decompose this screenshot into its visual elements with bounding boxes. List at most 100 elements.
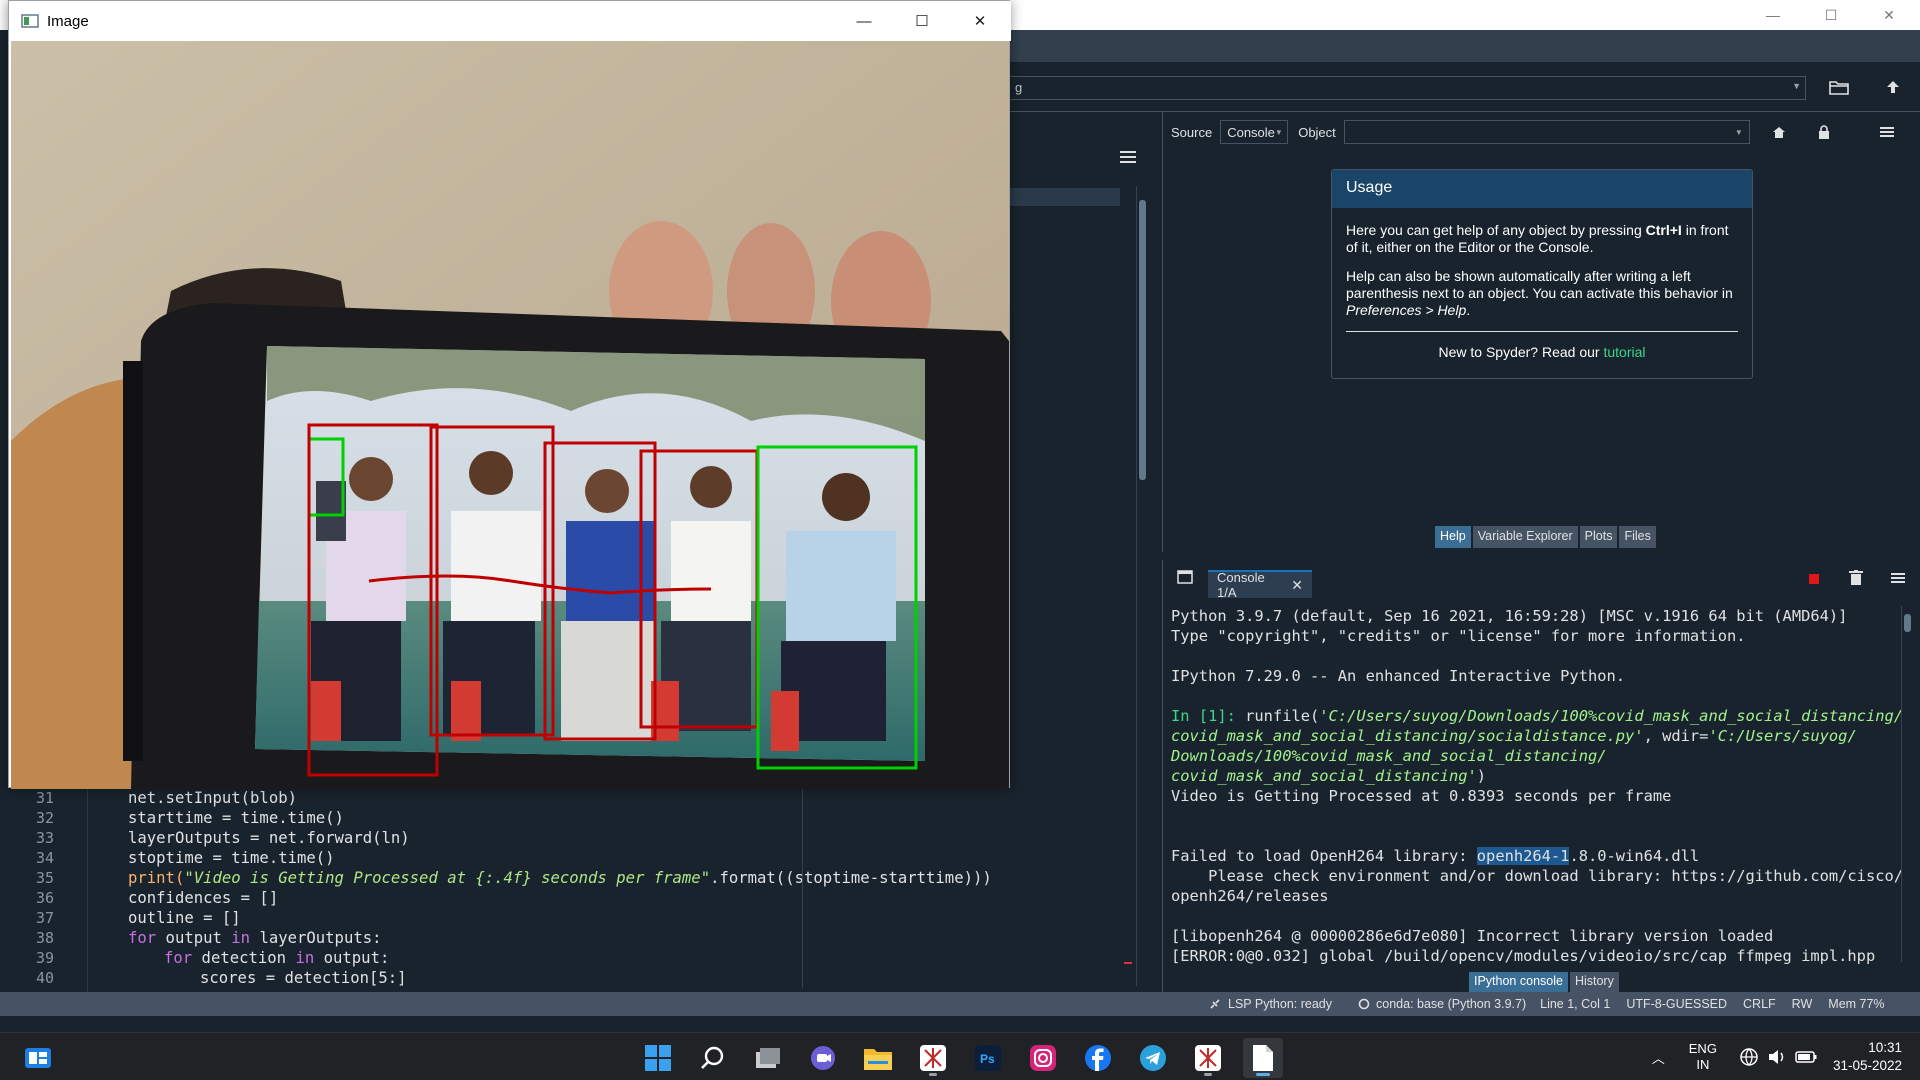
code-line-33: layerOutputs = net.forward(ln) — [128, 829, 410, 847]
battery-icon[interactable] — [1795, 1050, 1817, 1064]
console-string: Downloads/100%covid_mask_and_social_dist… — [1171, 747, 1607, 765]
search-button[interactable] — [693, 1038, 733, 1078]
editor-options-button[interactable] — [1120, 150, 1148, 170]
console-line: IPython 7.29.0 -- An enhanced Interactiv… — [1171, 667, 1626, 685]
lsp-status[interactable]: LSP Python: ready — [1208, 997, 1332, 1011]
usage-shortcut: Ctrl+I — [1645, 222, 1682, 238]
running-indicator — [929, 1073, 937, 1076]
instagram-icon — [1030, 1045, 1056, 1071]
phone-edge — [123, 361, 143, 761]
console-line: In [1]: runfile('C:/Users/suyog/Download… — [1171, 706, 1901, 726]
task-view-button[interactable] — [748, 1038, 788, 1078]
start-button[interactable] — [638, 1038, 678, 1078]
file-explorer-button[interactable] — [858, 1038, 898, 1078]
usage-text: Here you can get help of any object by p… — [1346, 222, 1646, 238]
image-window[interactable]: Image — ☐ ✕ — [8, 0, 1011, 789]
folder-icon — [1829, 81, 1849, 95]
console-tab[interactable]: Console 1/A ✕ — [1208, 570, 1312, 600]
source-label: Source — [1171, 124, 1213, 140]
chevron-down-icon: ▼ — [1792, 81, 1801, 91]
parent-directory-button[interactable] — [1876, 70, 1910, 104]
active-file-button[interactable] — [1243, 1038, 1283, 1078]
console-line: Video is Getting Processed at 0.8393 sec… — [1171, 787, 1672, 805]
console-scrollbar[interactable] — [1901, 606, 1913, 962]
console-text: .8.0-win64.dll — [1569, 847, 1700, 865]
image-maximize-button[interactable]: ☐ — [893, 1, 951, 41]
console-line: [libopenh264 @ 00000286e6d7e080] Incorre… — [1171, 927, 1774, 945]
clear-console-button[interactable] — [1849, 570, 1865, 588]
widgets-button[interactable] — [18, 1038, 58, 1078]
facebook-button[interactable] — [1078, 1038, 1118, 1078]
spyder-minimize-button[interactable]: — — [1744, 0, 1802, 30]
telegram-button[interactable] — [1133, 1038, 1173, 1078]
stop-kernel-button[interactable] — [1809, 574, 1819, 584]
image-minimize-button[interactable]: — — [835, 1, 893, 41]
volume-icon[interactable] — [1767, 1048, 1787, 1066]
working-directory-combo[interactable]: g ▼ — [1006, 76, 1806, 100]
conda-status[interactable]: conda: base (Python 3.9.7) — [1358, 997, 1526, 1011]
code-line-36: confidences = [] — [128, 889, 279, 907]
photoshop-button[interactable]: Ps — [968, 1038, 1008, 1078]
chevron-up-icon[interactable]: ︿ — [1652, 1048, 1665, 1067]
status-bar: LSP Python: ready conda: base (Python 3.… — [0, 992, 1920, 1016]
tab-files[interactable]: Files — [1619, 526, 1656, 548]
image-window-title-bar[interactable]: Image — ☐ ✕ — [9, 1, 1011, 41]
chat-button[interactable] — [803, 1038, 843, 1078]
lock-button[interactable] — [1818, 125, 1838, 139]
console-line: Type "copyright", "credits" or "license"… — [1171, 627, 1746, 645]
code-keyword: for — [164, 949, 193, 967]
help-toolbar: Source Console ▼ Object ▼ — [1163, 118, 1920, 146]
image-close-button[interactable]: ✕ — [951, 1, 1009, 41]
editor-scrollbar-thumb[interactable] — [1139, 200, 1146, 480]
start-icon — [645, 1045, 671, 1071]
line-number: 33 — [35, 829, 54, 847]
close-icon[interactable]: ✕ — [1291, 577, 1303, 594]
tab-help[interactable]: Help — [1435, 526, 1471, 548]
home-button[interactable] — [1772, 126, 1792, 139]
tab-ipython-console[interactable]: IPython console — [1469, 972, 1568, 992]
console-browse-tabs-button[interactable] — [1177, 570, 1195, 586]
code-text: output: — [314, 949, 390, 967]
line-number: 39 — [35, 949, 54, 967]
code-keyword: in — [295, 949, 315, 967]
console-output[interactable]: Python 3.9.7 (default, Sep 16 2021, 16:5… — [1171, 606, 1901, 964]
network-icon[interactable] — [1739, 1047, 1759, 1067]
task-view-icon — [756, 1048, 780, 1068]
console-scrollbar-thumb[interactable] — [1904, 614, 1911, 632]
console-options-button[interactable] — [1891, 572, 1909, 586]
clock[interactable]: 10:31 31-05-2022 — [1833, 1039, 1902, 1075]
code-editor[interactable]: 31 32 33 34 35 36 37 38 39 40 net.setInp… — [0, 788, 1136, 992]
spyder-close-button[interactable]: ✕ — [1860, 0, 1918, 30]
app-button-2[interactable] — [1188, 1038, 1228, 1078]
console-line: Downloads/100%covid_mask_and_social_dist… — [1171, 746, 1901, 766]
clock-time: 10:31 — [1868, 1040, 1902, 1055]
code-line-34: stoptime = time.time() — [128, 849, 335, 867]
help-options-button[interactable] — [1879, 126, 1900, 138]
telegram-icon — [1140, 1045, 1166, 1071]
tab-variable-explorer[interactable]: Variable Explorer — [1472, 526, 1578, 548]
console-string: 'C:/Users/suyog/ — [1708, 727, 1857, 745]
editor-scrollbar[interactable] — [1136, 186, 1148, 986]
spyder-menu-bar — [1010, 30, 1920, 62]
opencv-window-icon — [21, 14, 39, 28]
object-input[interactable]: ▼ — [1343, 120, 1750, 144]
instagram-button[interactable] — [1023, 1038, 1063, 1078]
language-indicator[interactable]: ENG IN — [1689, 1041, 1717, 1073]
code-edge-line — [802, 788, 803, 988]
spyder-maximize-button[interactable]: ☐ — [1802, 0, 1860, 30]
tutorial-link[interactable]: tutorial — [1603, 344, 1645, 360]
code-line-31: net.setInput(blob) — [128, 789, 297, 807]
line-number: 36 — [35, 889, 54, 907]
chat-icon — [811, 1046, 835, 1070]
console-line: covid_mask_and_social_distancing') — [1171, 766, 1901, 786]
app-button[interactable] — [913, 1038, 953, 1078]
tab-history[interactable]: History — [1569, 972, 1619, 992]
usage-divider — [1346, 331, 1738, 332]
spyder-toolbar: g ▼ — [1006, 62, 1920, 112]
source-select[interactable]: Console ▼ — [1220, 120, 1289, 144]
console-line: openh264/releases — [1171, 887, 1329, 905]
browse-directory-button[interactable] — [1822, 70, 1856, 104]
tab-plots[interactable]: Plots — [1579, 526, 1618, 548]
line-number: 40 — [35, 969, 54, 987]
console-pane-tabs: IPython console History — [1469, 972, 1621, 992]
